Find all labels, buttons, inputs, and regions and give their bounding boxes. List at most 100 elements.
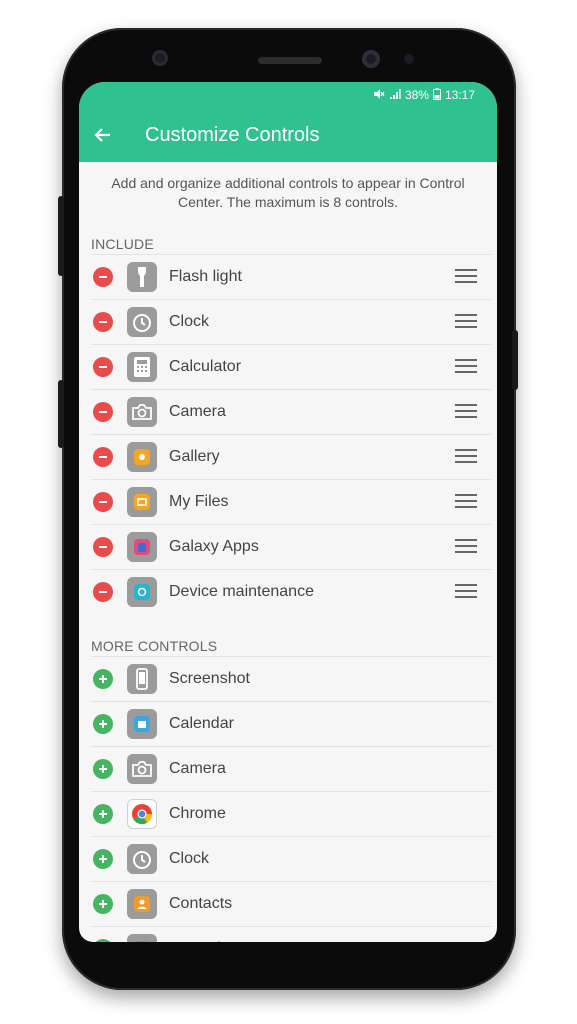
add-button[interactable]: [93, 939, 113, 942]
list-item: Chrome: [91, 791, 491, 836]
item-label: Clock: [169, 850, 210, 867]
arrow-left-icon: [94, 128, 110, 142]
clock-time: 13:17: [444, 88, 475, 102]
drag-handle-icon[interactable]: [455, 494, 477, 508]
list-item: My Files: [91, 479, 491, 524]
add-button[interactable]: [93, 804, 113, 824]
more-controls-list: Screenshot Calendar Camera Chrome Clock Conta…: [91, 656, 491, 942]
plus-icon: [99, 810, 107, 818]
remove-button[interactable]: [93, 402, 113, 422]
item-label: Gallery: [169, 448, 220, 465]
list-item: Camera: [91, 389, 491, 434]
list-item: Clock: [91, 299, 491, 344]
clock-icon: [127, 307, 157, 337]
drag-handle-icon[interactable]: [455, 584, 477, 598]
drag-handle-icon[interactable]: [455, 359, 477, 373]
list-item: Device maintenance: [91, 569, 491, 614]
back-button[interactable]: [87, 120, 117, 150]
list-item: Screenshot: [91, 656, 491, 701]
list-item: Calculator: [91, 344, 491, 389]
minus-icon: [99, 276, 107, 278]
drag-handle-icon[interactable]: [455, 404, 477, 418]
remove-button[interactable]: [93, 537, 113, 557]
remove-button[interactable]: [93, 357, 113, 377]
include-list: Flash light Clock Calculator Camera Gallery M…: [91, 254, 491, 614]
store-icon: [127, 532, 157, 562]
minus-icon: [99, 546, 107, 548]
plus-icon: [99, 765, 107, 773]
screen: 38% 13:17 Customize Controls Add and org…: [79, 82, 497, 942]
item-label: Calculator: [169, 358, 242, 375]
remove-button[interactable]: [93, 492, 113, 512]
camera-icon: [127, 397, 157, 427]
add-button[interactable]: [93, 894, 113, 914]
include-heading: INCLUDE: [91, 236, 154, 252]
minus-icon: [99, 456, 107, 458]
remove-button[interactable]: [93, 582, 113, 602]
list-item: Camera: [91, 746, 491, 791]
list-item: Calendar: [91, 701, 491, 746]
list-item: Flash light: [91, 254, 491, 299]
minus-icon: [99, 321, 107, 323]
volume-button: [58, 196, 64, 276]
gallery-icon: [127, 442, 157, 472]
minus-icon: [99, 501, 107, 503]
add-button[interactable]: [93, 759, 113, 779]
calendar-icon: [127, 709, 157, 739]
item-label: Contacts: [169, 895, 233, 912]
more-controls-heading: MORE CONTROLS: [91, 638, 218, 654]
item-label: Control Center: [169, 940, 273, 942]
drag-handle-icon[interactable]: [455, 449, 477, 463]
item-label: Device maintenance: [169, 583, 314, 600]
drag-handle-icon[interactable]: [455, 269, 477, 283]
status-bar: 38% 13:17: [373, 87, 475, 103]
bixby-button: [58, 380, 64, 448]
add-button[interactable]: [93, 714, 113, 734]
minus-icon: [99, 366, 107, 368]
drag-handle-icon[interactable]: [455, 539, 477, 553]
battery-icon: [432, 87, 441, 103]
drag-handle-icon[interactable]: [455, 314, 477, 328]
phone-icon: [127, 664, 157, 694]
clock-icon: [127, 844, 157, 874]
control-center-icon: [127, 934, 157, 942]
description-text: Add and organize additional controls to …: [111, 175, 465, 210]
minus-icon: [99, 411, 107, 413]
page-title: Customize Controls: [145, 124, 320, 146]
list-item: Galaxy Apps: [91, 524, 491, 569]
proximity-sensor: [152, 50, 168, 66]
plus-icon: [99, 900, 107, 908]
folder-icon: [127, 487, 157, 517]
add-button[interactable]: [93, 849, 113, 869]
item-label: Clock: [169, 313, 210, 330]
list-item: Gallery: [91, 434, 491, 479]
remove-button[interactable]: [93, 447, 113, 467]
chrome-icon: [127, 799, 157, 829]
item-label: Camera: [169, 403, 226, 420]
item-label: Calendar: [169, 715, 234, 732]
earpiece-speaker: [258, 57, 322, 64]
contacts-icon: [127, 889, 157, 919]
item-label: Flash light: [169, 268, 242, 285]
item-label: My Files: [169, 493, 229, 510]
add-button[interactable]: [93, 669, 113, 689]
front-camera: [362, 50, 380, 68]
item-label: Chrome: [169, 805, 226, 822]
item-label: Camera: [169, 760, 226, 777]
power-button: [512, 330, 518, 390]
list-item: Clock: [91, 836, 491, 881]
minus-icon: [99, 591, 107, 593]
remove-button[interactable]: [93, 312, 113, 332]
remove-button[interactable]: [93, 267, 113, 287]
camera-icon: [127, 754, 157, 784]
plus-icon: [99, 720, 107, 728]
mute-icon: [373, 88, 385, 103]
plus-icon: [99, 855, 107, 863]
item-label: Galaxy Apps: [169, 538, 259, 555]
flashlight-icon: [127, 262, 157, 292]
iris-sensor: [404, 54, 414, 64]
app-bar: 38% 13:17 Customize Controls: [79, 82, 497, 162]
list-item: Control Center: [91, 926, 491, 942]
signal-icon: [389, 88, 401, 103]
battery-percent: 38%: [404, 88, 429, 102]
